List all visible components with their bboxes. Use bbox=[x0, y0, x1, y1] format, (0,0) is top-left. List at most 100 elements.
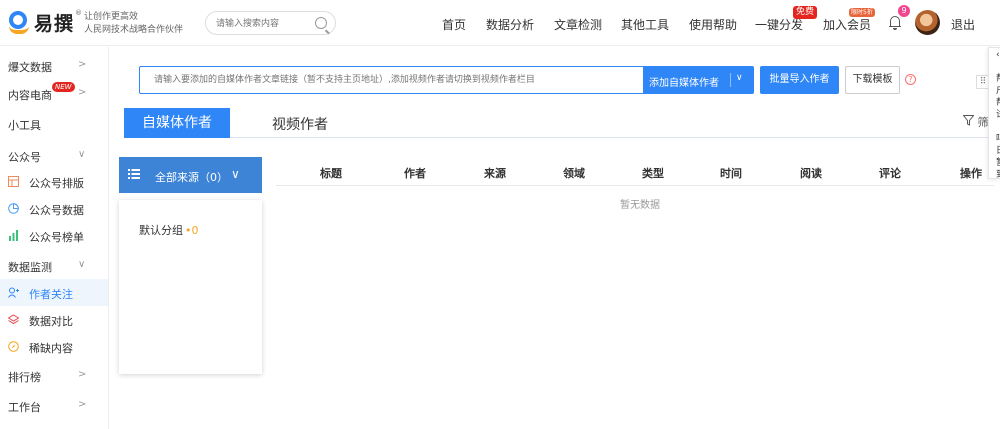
sidebar-item-rankings[interactable]: 排行榜 > bbox=[0, 362, 108, 389]
search-icon[interactable] bbox=[315, 17, 327, 29]
nav-data-analysis[interactable]: 数据分析 bbox=[486, 16, 534, 33]
table-header: 标题 作者 来源 领域 类型 时间 阅读 评论 操作 bbox=[276, 158, 994, 186]
sidebar-item-label: 公众号榜单 bbox=[29, 231, 84, 244]
edge-char: 吗 bbox=[996, 134, 1000, 145]
download-template-button[interactable]: 下载模板 bbox=[845, 66, 900, 94]
sidebar-item-data-compare[interactable]: 数据对比 bbox=[0, 306, 108, 333]
column-header-author[interactable]: 作者 bbox=[404, 165, 426, 181]
sidebar-item-label: 公众号数据 bbox=[29, 204, 84, 217]
group-label: 默认分组 bbox=[139, 224, 183, 237]
tab-media-authors[interactable]: 自媒体作者 bbox=[124, 108, 230, 138]
column-header-comments[interactable]: 评论 bbox=[879, 165, 901, 181]
sidebar-item-label: 排行榜 bbox=[8, 371, 41, 384]
chevron-right-icon: > bbox=[78, 59, 87, 70]
tagline-line-2: 人民网技术战略合作伙伴 bbox=[84, 25, 184, 35]
tagline-line-1: 让创作更高效 bbox=[84, 12, 139, 22]
empty-state-text: 暂无数据 bbox=[620, 200, 660, 211]
sidebar-item-wechat-official[interactable]: 公众号 ∨ bbox=[0, 142, 108, 169]
tab-video-authors[interactable]: 视频作者 bbox=[272, 114, 328, 134]
sidebar-item-label: 工作台 bbox=[8, 401, 41, 414]
nav-help[interactable]: 使用帮助 bbox=[689, 16, 737, 33]
edge-char: 帮 bbox=[996, 74, 1000, 85]
column-header-reads[interactable]: 阅读 bbox=[800, 165, 822, 181]
list-icon bbox=[128, 168, 140, 180]
column-header-domain[interactable]: 领域 bbox=[563, 165, 585, 181]
layout-icon bbox=[8, 176, 19, 187]
logout-link[interactable]: 退出 bbox=[951, 16, 975, 33]
chevron-down-icon: ∨ bbox=[231, 167, 240, 181]
author-link-input[interactable] bbox=[154, 73, 634, 87]
sidebar-item-label: 作者关注 bbox=[29, 288, 73, 301]
free-badge: 免费 bbox=[793, 6, 818, 19]
button-divider bbox=[730, 73, 731, 87]
brand-name: 易撰 bbox=[34, 13, 75, 35]
edge-char: 户 bbox=[996, 86, 1000, 97]
column-header-source[interactable]: 来源 bbox=[484, 165, 506, 181]
source-filter-label: 全部来源（0） bbox=[155, 171, 228, 184]
top-header: 易撰 ® 让创作更高效 人民网技术战略合作伙伴 首页 数据分析 文章检测 其他工… bbox=[0, 0, 1000, 46]
batch-import-button[interactable]: 批量导入作者 bbox=[760, 66, 839, 94]
source-filter-dropdown[interactable]: 全部来源（0） ∨ bbox=[119, 157, 262, 193]
compass-icon bbox=[8, 341, 19, 352]
nav-article-check[interactable]: 文章检测 bbox=[554, 16, 602, 33]
group-item-default[interactable]: 默认分组 •0 bbox=[139, 222, 199, 238]
chevron-right-icon: > bbox=[78, 399, 87, 410]
group-count: •0 bbox=[185, 224, 199, 237]
sidebar-item-viral-data[interactable]: 爆文数据 > bbox=[0, 52, 108, 79]
sidebar-item-workbench[interactable]: 工作台 > bbox=[0, 392, 108, 419]
group-panel: 默认分组 •0 bbox=[119, 200, 262, 374]
edge-char: 帮 bbox=[996, 98, 1000, 109]
filter-label: 筛 bbox=[977, 116, 989, 129]
chevron-down-icon: ∨ bbox=[78, 149, 86, 160]
add-author-label: 添加自媒体作者 bbox=[649, 78, 719, 89]
edge-help-panel[interactable]: ‹ 帮 户 帮 试 吗 日 暂 到 bbox=[988, 47, 1000, 179]
member-discount-badge: 限时5折 bbox=[849, 8, 875, 17]
pie-chart-icon bbox=[8, 203, 19, 214]
edge-char: 日 bbox=[996, 146, 1000, 157]
search-input[interactable] bbox=[216, 17, 311, 30]
collapse-chevron-icon[interactable]: ‹ bbox=[996, 50, 1000, 61]
help-icon[interactable]: ? bbox=[905, 74, 916, 85]
layers-icon bbox=[8, 314, 19, 325]
sidebar-item-label: 内容电商 bbox=[8, 89, 52, 102]
bar-chart-icon bbox=[9, 230, 18, 241]
nav-other-tools[interactable]: 其他工具 bbox=[621, 16, 669, 33]
sidebar-item-label: 小工具 bbox=[8, 119, 41, 132]
tabs-divider bbox=[124, 137, 1000, 138]
nav-home[interactable]: 首页 bbox=[442, 16, 466, 33]
add-author-button[interactable]: 添加自媒体作者 ∨ bbox=[643, 67, 753, 93]
edge-char: 试 bbox=[996, 110, 1000, 121]
sidebar-item-official-data[interactable]: 公众号数据 bbox=[0, 195, 108, 222]
sidebar-item-label: 数据监测 bbox=[8, 261, 52, 274]
author-link-bar: 添加自媒体作者 ∨ bbox=[139, 66, 754, 94]
nav-join-member[interactable]: 加入会员 bbox=[823, 16, 871, 33]
chevron-down-icon[interactable]: ∨ bbox=[736, 73, 743, 83]
bell-icon[interactable] bbox=[889, 16, 901, 30]
column-header-actions: 操作 bbox=[960, 167, 982, 180]
sidebar-item-data-monitor[interactable]: 数据监测 ∨ bbox=[0, 252, 108, 279]
logo[interactable]: 易撰 ® bbox=[8, 9, 82, 36]
filter-icon bbox=[962, 115, 975, 126]
column-header-type[interactable]: 类型 bbox=[642, 165, 664, 181]
brand-tagline: 让创作更高效 人民网技术战略合作伙伴 bbox=[84, 11, 183, 37]
edge-char: 到 bbox=[996, 170, 1000, 178]
sidebar-item-layout[interactable]: 公众号排版 bbox=[0, 168, 108, 195]
add-user-icon bbox=[8, 287, 19, 298]
sidebar-item-official-ranking[interactable]: 公众号榜单 bbox=[0, 222, 108, 249]
sidebar-item-author-follow[interactable]: 作者关注 bbox=[0, 279, 108, 306]
sidebar-item-rare-content[interactable]: 稀缺内容 bbox=[0, 333, 108, 360]
sidebar-item-label: 数据对比 bbox=[29, 315, 73, 328]
chevron-right-icon: > bbox=[78, 369, 87, 380]
sidebar-item-label: 爆文数据 bbox=[8, 61, 52, 74]
chevron-right-icon: > bbox=[78, 87, 87, 98]
column-header-time[interactable]: 时间 bbox=[720, 165, 742, 181]
column-header-title[interactable]: 标题 bbox=[320, 165, 342, 181]
sidebar-item-label: 稀缺内容 bbox=[29, 342, 73, 355]
filter-button[interactable]: 筛 bbox=[962, 114, 989, 130]
sidebar-item-small-tools[interactable]: 小工具 bbox=[0, 110, 108, 137]
logo-mark-icon bbox=[8, 10, 30, 35]
avatar[interactable] bbox=[915, 10, 940, 35]
sidebar-item-label: 公众号排版 bbox=[29, 177, 84, 190]
new-badge: NEW bbox=[52, 82, 75, 92]
sidebar-item-content-ecommerce[interactable]: 内容电商 NEW > bbox=[0, 80, 108, 107]
